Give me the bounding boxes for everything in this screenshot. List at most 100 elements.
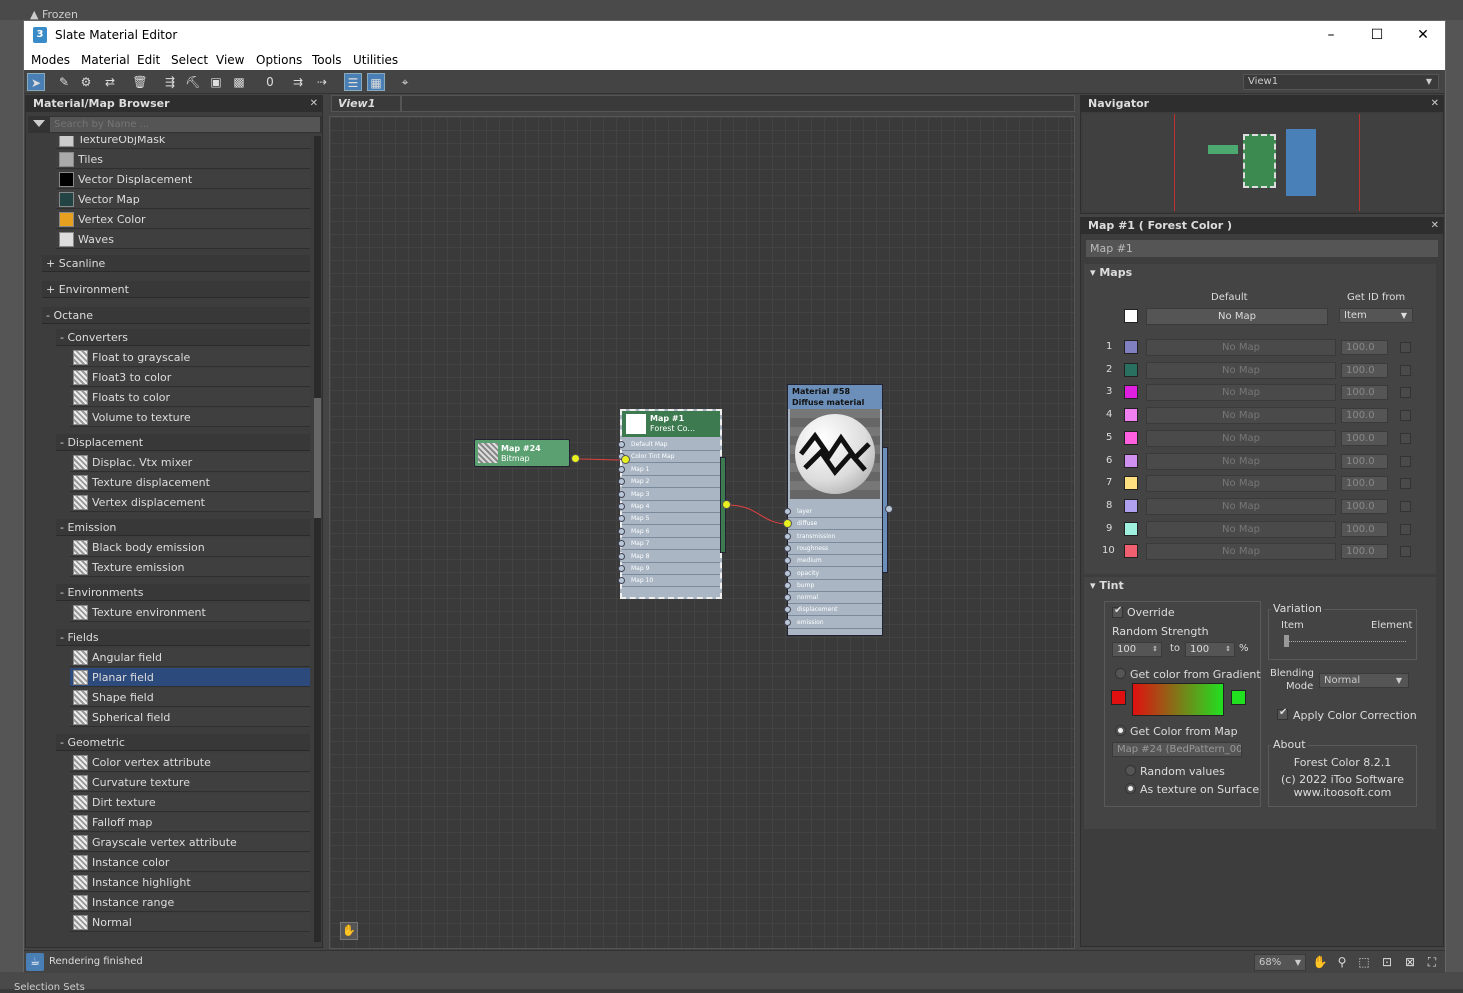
- pan-icon[interactable]: ✋: [1311, 954, 1329, 971]
- browser-item[interactable]: Normal: [70, 913, 310, 932]
- map-row-button[interactable]: No Map: [1146, 520, 1336, 538]
- put-to-scene-icon[interactable]: ⚙: [77, 73, 95, 91]
- forest-slot[interactable]: Color Tint Map: [618, 451, 720, 464]
- map-row-button[interactable]: No Map: [1146, 543, 1336, 561]
- map-row-enable-checkbox[interactable]: [1400, 432, 1411, 444]
- map-row-enable-checkbox[interactable]: [1400, 546, 1411, 558]
- input-socket[interactable]: [618, 503, 625, 510]
- input-socket[interactable]: [784, 569, 791, 577]
- input-socket[interactable]: [618, 577, 625, 585]
- browser-group-header[interactable]: - Displacement: [56, 434, 310, 451]
- default-color-swatch[interactable]: [1124, 309, 1138, 323]
- browser-item[interactable]: Texture displacement: [70, 473, 310, 492]
- gradient-radio[interactable]: [1115, 668, 1126, 679]
- map-row-amount-spinner[interactable]: 100.0: [1341, 362, 1388, 378]
- gradient-end-swatch[interactable]: [1231, 690, 1246, 705]
- hand-pan-icon[interactable]: ✋: [340, 922, 358, 940]
- material-slot[interactable]: diffuse: [784, 518, 882, 531]
- map-row-amount-spinner[interactable]: 100.0: [1341, 544, 1388, 560]
- tab-view1[interactable]: View1: [331, 95, 401, 112]
- map-row-color-swatch[interactable]: [1124, 521, 1138, 536]
- menu-material[interactable]: Material: [81, 53, 130, 67]
- material-diffuse-input-socket[interactable]: [783, 519, 792, 528]
- input-socket[interactable]: [784, 618, 791, 626]
- input-socket[interactable]: [784, 544, 791, 552]
- map-row-color-swatch[interactable]: [1124, 362, 1138, 377]
- input-socket[interactable]: [618, 552, 625, 560]
- random-values-radio[interactable]: [1125, 765, 1136, 776]
- browser-group-header[interactable]: - Environments: [56, 584, 310, 601]
- tint-rollout-header[interactable]: ▾ Tint: [1084, 577, 1436, 595]
- node-bitmap[interactable]: Map #24 Bitmap: [474, 439, 570, 467]
- browser-item[interactable]: Spherical field: [70, 708, 310, 727]
- forest-slot[interactable]: Default Map: [618, 439, 720, 451]
- map-row-button[interactable]: No Map: [1146, 384, 1336, 402]
- browser-item[interactable]: Dirt texture: [70, 793, 310, 812]
- material-slot[interactable]: transmission: [784, 531, 882, 543]
- input-socket[interactable]: [618, 527, 625, 535]
- pick-material-icon[interactable]: ✎: [55, 73, 73, 91]
- input-socket[interactable]: [618, 490, 625, 498]
- menu-utilities[interactable]: Utilities: [353, 53, 398, 67]
- material-slot[interactable]: layer: [784, 506, 882, 518]
- input-socket[interactable]: [618, 465, 625, 473]
- input-socket[interactable]: [784, 606, 791, 614]
- override-checkbox[interactable]: ✔: [1112, 605, 1123, 618]
- material-slot[interactable]: emission: [784, 617, 882, 629]
- close-button[interactable]: ✕: [1413, 26, 1433, 44]
- material-slot[interactable]: roughness: [784, 543, 882, 555]
- browser-group-header[interactable]: - Geometric: [56, 734, 310, 751]
- map-row-amount-spinner[interactable]: 100.0: [1341, 430, 1388, 446]
- forest-slot[interactable]: Map 10: [618, 575, 720, 588]
- map-row-amount-spinner[interactable]: 100.0: [1341, 385, 1388, 401]
- browser-item[interactable]: Planar field: [70, 668, 310, 687]
- browser-item[interactable]: Float to grayscale: [70, 348, 310, 367]
- map-row-button[interactable]: No Map: [1146, 407, 1336, 425]
- close-icon[interactable]: ✕: [1431, 96, 1439, 112]
- strength-from-spinner[interactable]: 100 ⇕: [1112, 642, 1162, 657]
- map-row-enable-checkbox[interactable]: [1400, 364, 1411, 376]
- material-slot[interactable]: bump: [784, 580, 882, 592]
- material-slot[interactable]: normal: [784, 592, 882, 605]
- close-icon[interactable]: ✕: [1431, 218, 1439, 234]
- input-socket[interactable]: [784, 557, 791, 565]
- material-slot[interactable]: opacity: [784, 568, 882, 580]
- apply-cc-checkbox[interactable]: ✔: [1277, 707, 1288, 720]
- map-row-button[interactable]: No Map: [1146, 339, 1336, 356]
- browser-group-header[interactable]: - Fields: [56, 629, 310, 646]
- menu-select[interactable]: Select: [171, 53, 208, 67]
- render-teapot-icon[interactable]: ☕: [26, 953, 44, 971]
- blending-mode-dropdown[interactable]: Normal ▼: [1319, 673, 1409, 688]
- browser-group-header[interactable]: + Scanline: [42, 255, 310, 272]
- map-row-button[interactable]: No Map: [1146, 452, 1336, 470]
- forest-slot[interactable]: Map 3: [618, 489, 720, 501]
- browser-item[interactable]: Angular field: [70, 648, 310, 667]
- node-view-canvas[interactable]: Map #24 Bitmap Map #1 Forest Co... Defau…: [329, 116, 1075, 949]
- browser-item[interactable]: Curvature texture: [70, 773, 310, 792]
- as-texture-radio[interactable]: [1125, 783, 1136, 794]
- material-output-socket[interactable]: [885, 505, 893, 513]
- forest-slot[interactable]: Map 8: [618, 551, 720, 563]
- input-socket[interactable]: [618, 441, 625, 448]
- minimize-button[interactable]: –: [1321, 26, 1341, 44]
- select-tool-icon[interactable]: ➤: [27, 73, 45, 91]
- browser-item[interactable]: Instance color: [70, 853, 310, 872]
- move-children-icon[interactable]: ⇶: [161, 73, 179, 91]
- map-row-button[interactable]: No Map: [1146, 475, 1336, 493]
- forest-slot[interactable]: Map 4: [618, 501, 720, 513]
- map-row-amount-spinner[interactable]: 100.0: [1341, 340, 1388, 355]
- input-socket[interactable]: [618, 565, 625, 572]
- pan-to-selected-icon[interactable]: ⛶: [1423, 954, 1441, 971]
- browser-item[interactable]: Floats to color: [70, 388, 310, 407]
- map-row-amount-spinner[interactable]: 100.0: [1341, 408, 1388, 424]
- browser-item[interactable]: Shape field: [70, 688, 310, 707]
- color-from-map-radio[interactable]: [1115, 725, 1126, 736]
- browser-group-header[interactable]: + Environment: [42, 281, 310, 298]
- browser-item[interactable]: Instance range: [70, 893, 310, 912]
- layout-all-icon[interactable]: ⇉: [289, 73, 307, 91]
- strength-to-spinner[interactable]: 100 ⇕: [1185, 642, 1235, 657]
- forest-slot[interactable]: Map 7: [618, 538, 720, 551]
- layout-children-icon[interactable]: ⇢: [313, 73, 331, 91]
- browser-item[interactable]: Texture emission: [70, 558, 310, 577]
- map-row-color-swatch[interactable]: [1124, 385, 1138, 400]
